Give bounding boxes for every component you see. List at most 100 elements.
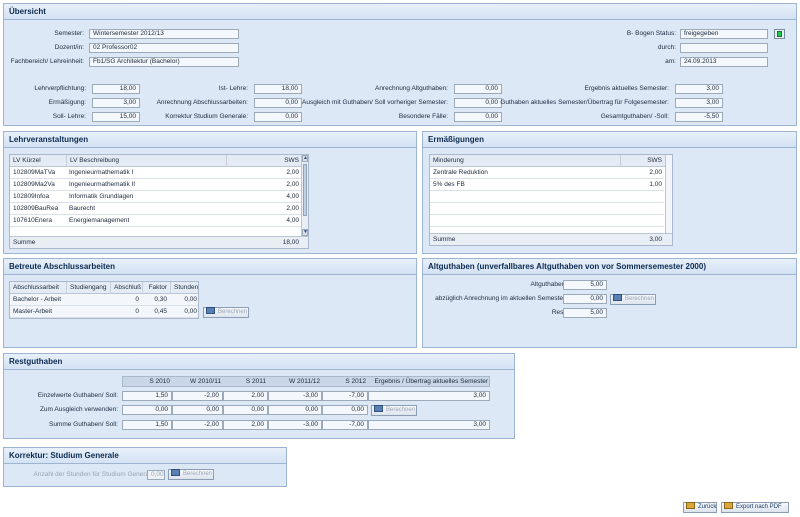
overview-panel: Übersicht Semester: Wintersemester 2012/… bbox=[3, 3, 797, 126]
scroll-down-icon[interactable]: ▼ bbox=[302, 229, 308, 236]
ba-abschluss: 0 bbox=[135, 308, 139, 315]
calculate-icon bbox=[206, 307, 215, 314]
dozent-field[interactable]: 02 Professor02 bbox=[89, 43, 239, 53]
pdf-icon bbox=[724, 502, 733, 509]
rest-field[interactable]: 5,00 bbox=[563, 308, 607, 318]
rest-value[interactable]: 0,00 bbox=[122, 405, 172, 415]
table-row[interactable]: 102809MaTVa Ingenieurmathematik I 2,00 bbox=[10, 167, 308, 179]
abzueglich-label: abzüglich Anrechnung im aktuellen Semest… bbox=[435, 295, 567, 302]
durch-field[interactable] bbox=[680, 43, 768, 53]
lv-beschreibung: Ingenieurmathematik II bbox=[69, 181, 136, 188]
rest-value[interactable]: 3,00 bbox=[368, 391, 490, 401]
rest-col-s2012: S 2012 bbox=[345, 378, 366, 385]
semester-field[interactable]: Wintersemester 2012/13 bbox=[89, 29, 239, 39]
table-row-empty bbox=[430, 191, 664, 203]
korrektur-field[interactable]: 0,00 bbox=[147, 470, 165, 480]
lv-beschreibung: Baurecht bbox=[69, 205, 96, 212]
lv-sum-value: 18,00 bbox=[282, 239, 299, 246]
rest-value[interactable]: 1,50 bbox=[122, 391, 172, 401]
ba-berechnen-button[interactable]: Berechnen bbox=[203, 307, 249, 318]
rest-value[interactable]: -7,00 bbox=[322, 420, 368, 430]
erm-scrollbar[interactable] bbox=[665, 155, 672, 233]
erm-col-sws[interactable]: SWS bbox=[620, 155, 665, 167]
rest-value[interactable]: 0,00 bbox=[322, 405, 368, 415]
alt-berechnen-button[interactable]: Berechnen bbox=[610, 294, 656, 305]
status-indicator-icon bbox=[774, 29, 785, 39]
korrektur-berechnen-label: Berechnen bbox=[183, 471, 213, 478]
ba-col-abschlussarbeit[interactable]: Abschlussarbeit bbox=[10, 282, 66, 294]
altguthaben-field[interactable]: 5,00 bbox=[563, 280, 607, 290]
rest-value[interactable]: -3,00 bbox=[268, 391, 322, 401]
table-row[interactable]: Bachelor - Arbeit 0 0,30 0,00 bbox=[10, 294, 198, 306]
rest-value[interactable]: 3,00 bbox=[368, 420, 490, 430]
ba-col-studiengang[interactable]: Studiengang bbox=[66, 282, 110, 294]
rest-value[interactable]: -3,00 bbox=[268, 420, 322, 430]
lv-col-sws[interactable]: SWS bbox=[226, 155, 302, 167]
rest-value[interactable]: 2,00 bbox=[223, 391, 268, 401]
rest-value[interactable]: 0,00 bbox=[268, 405, 322, 415]
rest-header-row: S 2010 W 2010/11 S 2011 W 2011/12 S 2012… bbox=[122, 376, 490, 387]
ba-col-stunden[interactable]: Stunden bbox=[170, 282, 200, 294]
erm-sws: 2,00 bbox=[649, 169, 662, 176]
abzueglich-field[interactable]: 0,00 bbox=[563, 294, 607, 304]
fachbereich-label: Fachbereich/ Lehreinheit: bbox=[10, 58, 84, 65]
lehrverpflichtung-field[interactable]: 18,00 bbox=[92, 84, 140, 94]
table-row[interactable]: Master-Arbeit 0 0,45 0,00 bbox=[10, 306, 198, 318]
anrechnung-abschlussarbeiten-field[interactable]: 0,00 bbox=[254, 98, 302, 108]
durch-label: durch: bbox=[657, 44, 676, 51]
fachbereich-field[interactable]: Fb1/SG Architektur (Bachelor) bbox=[89, 57, 239, 67]
lv-scrollbar[interactable]: ▲ ▼ bbox=[301, 155, 308, 236]
export-pdf-button[interactable]: Export nach PDF bbox=[721, 502, 789, 513]
lehrveranstaltungen-title: Lehrveranstaltungen bbox=[4, 132, 416, 148]
korrektur-panel: Korrektur: Studium Generale Anzahl der S… bbox=[3, 447, 287, 487]
rest-value[interactable]: 2,00 bbox=[223, 420, 268, 430]
table-row[interactable]: 107610Enera Energiemanagement 4,00 bbox=[10, 215, 308, 227]
status-field[interactable]: freigegeben bbox=[680, 29, 768, 39]
rest-col-ergebnis: Ergebnis / Übertrag aktuelles Semester bbox=[374, 378, 488, 385]
scroll-up-icon[interactable]: ▲ bbox=[302, 155, 308, 162]
rest-value[interactable]: -2,00 bbox=[172, 391, 223, 401]
table-row[interactable]: Zentrale Reduktion 2,00 bbox=[430, 167, 664, 179]
lv-beschreibung: Energiemanagement bbox=[69, 217, 130, 224]
table-row[interactable]: 102809Infoa Informatik Grundlagen 4,00 bbox=[10, 191, 308, 203]
ba-berechnen-label: Berechnen bbox=[218, 309, 248, 316]
scroll-thumb[interactable] bbox=[303, 164, 307, 216]
ausgleich-field[interactable]: 0,00 bbox=[454, 98, 502, 108]
korrektur-sg-field[interactable]: 0,00 bbox=[254, 112, 302, 122]
soll-lehre-field[interactable]: 15,00 bbox=[92, 112, 140, 122]
rest-value[interactable]: 0,00 bbox=[223, 405, 268, 415]
erm-col-minderung[interactable]: Minderung bbox=[430, 155, 620, 167]
soll-lehre-label: Soll- Lehre: bbox=[52, 113, 86, 120]
rest-berechnen-button[interactable]: Berechnen bbox=[371, 405, 417, 416]
korrektur-berechnen-button[interactable]: Berechnen bbox=[168, 469, 214, 480]
ba-faktor: 0,30 bbox=[154, 296, 167, 303]
rest-value[interactable]: -7,00 bbox=[322, 391, 368, 401]
ergebnis-field[interactable]: 3,00 bbox=[675, 84, 723, 94]
erm-sws: 1,00 bbox=[649, 181, 662, 188]
am-field[interactable]: 24.09.2013 bbox=[680, 57, 768, 67]
table-row[interactable]: 102809Ma2Va Ingenieurmathematik II 2,00 bbox=[10, 179, 308, 191]
ba-faktor: 0,45 bbox=[154, 308, 167, 315]
ist-lehre-label: Ist- Lehre: bbox=[218, 85, 248, 92]
rest-value[interactable]: 1,50 bbox=[122, 420, 172, 430]
table-row[interactable]: 102809BauRea Baurecht 2,00 bbox=[10, 203, 308, 215]
ist-lehre-field[interactable]: 18,00 bbox=[254, 84, 302, 94]
back-button[interactable]: Zurück bbox=[683, 502, 717, 513]
altguthaben-panel: Altguthaben (unverfallbares Altguthaben … bbox=[422, 258, 797, 348]
rest-value[interactable]: -2,00 bbox=[172, 420, 223, 430]
anrechnung-altguthaben-field[interactable]: 0,00 bbox=[454, 84, 502, 94]
abschlussarbeiten-title: Betreute Abschlussarbeiten bbox=[4, 259, 416, 275]
lv-col-beschreibung[interactable]: LV Beschreibung bbox=[66, 155, 226, 167]
am-label: am: bbox=[665, 58, 676, 65]
lv-table-header: LV Kürzel LV Beschreibung SWS bbox=[10, 155, 308, 167]
ermaessigung-field[interactable]: 3,00 bbox=[92, 98, 140, 108]
lv-beschreibung: Ingenieurmathematik I bbox=[69, 169, 134, 176]
ba-col-faktor[interactable]: Faktor bbox=[142, 282, 170, 294]
rest-value[interactable]: 0,00 bbox=[172, 405, 223, 415]
table-row[interactable]: 5% des FB 1,00 bbox=[430, 179, 664, 191]
gesamtguthaben-field[interactable]: -5,50 bbox=[675, 112, 723, 122]
lv-col-kuerzel[interactable]: LV Kürzel bbox=[10, 155, 66, 167]
besondere-faelle-field[interactable]: 0,00 bbox=[454, 112, 502, 122]
ba-col-abschluss[interactable]: Abschluß bbox=[110, 282, 142, 294]
guthaben-uebertrag-field[interactable]: 3,00 bbox=[675, 98, 723, 108]
